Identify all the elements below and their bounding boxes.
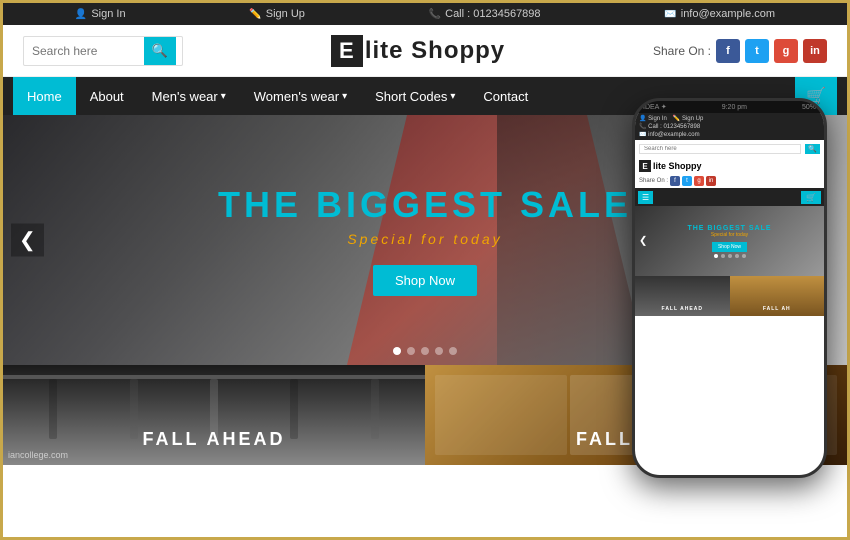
phone-logo-text: lite Shoppy xyxy=(653,161,702,171)
thumbnail-1[interactable]: FALL AHEAD iancollege.com xyxy=(3,365,425,465)
nav-item-about[interactable]: About xyxy=(76,77,138,115)
phone-thumb-1[interactable]: FALL AHEAD xyxy=(635,276,730,316)
edit-icon: ✏️ xyxy=(249,9,261,20)
logo-letter: E xyxy=(331,35,363,67)
phone-logo-letter: E xyxy=(639,160,651,172)
signin-link[interactable]: 👤 Sign In xyxy=(75,8,126,20)
phone-icon: 📞 xyxy=(429,9,441,20)
dot-4[interactable] xyxy=(435,347,443,355)
header: 🔍 E lite Shoppy Share On : f t g in xyxy=(3,25,847,77)
phone-thumbnails: FALL AHEAD FALL AH xyxy=(635,276,824,316)
hero-prev-button[interactable]: ❮ xyxy=(11,224,44,257)
phone-hero-title: THE BIGGEST SALE xyxy=(687,225,771,232)
share-label: Share On : xyxy=(653,44,711,58)
phone-nav: ☰ 🛒 xyxy=(635,188,824,206)
search-button[interactable]: 🔍 xyxy=(144,36,176,66)
phone-hero-arrow[interactable]: ❮ xyxy=(639,236,647,247)
signup-text: Sign Up xyxy=(266,8,305,20)
phone-share: Share On : f t g in xyxy=(635,174,824,188)
dropdown-arrow-mens: ▾ xyxy=(221,91,226,102)
phone-thumb-2-label: FALL AH xyxy=(763,306,791,312)
phone-gp[interactable]: g xyxy=(694,176,704,186)
user-icon: 👤 xyxy=(75,9,87,20)
phone-fb[interactable]: f xyxy=(670,176,680,186)
phone-screen: 👤 Sign In ✏️ Sign Up 📞 Call : 0123456789… xyxy=(635,113,824,475)
phone-tw[interactable]: t xyxy=(682,176,692,186)
phone-thumb-1-label: FALL AHEAD xyxy=(662,306,703,312)
phone-info: 📞 Call : 01234567898 xyxy=(429,8,541,20)
dot-3[interactable] xyxy=(421,347,429,355)
nav-item-womens-wear[interactable]: Women's wear ▾ xyxy=(240,77,361,115)
dropdown-arrow-womens: ▾ xyxy=(342,91,347,102)
thumbnail-1-label: FALL AHEAD xyxy=(3,429,425,450)
phone-frame: IDEA ✦ 9:20 pm 50% 👤 Sign In ✏️ Sign Up … xyxy=(632,98,827,478)
phone-header: 🔍 xyxy=(635,140,824,158)
nav-item-home[interactable]: Home xyxy=(13,77,76,115)
twitter-button[interactable]: t xyxy=(745,39,769,63)
signin-text: Sign In xyxy=(91,8,125,20)
dot-1[interactable] xyxy=(393,347,401,355)
email-info: ✉️ info@example.com xyxy=(664,8,775,20)
nav-item-short-codes[interactable]: Short Codes ▾ xyxy=(361,77,469,115)
phone-search-input[interactable] xyxy=(639,144,801,154)
phone-cart-button[interactable]: 🛒 xyxy=(801,191,821,204)
nav-item-mens-wear[interactable]: Men's wear ▾ xyxy=(138,77,240,115)
phone-mockup: IDEA ✦ 9:20 pm 50% 👤 Sign In ✏️ Sign Up … xyxy=(632,98,827,478)
hero-dots xyxy=(393,347,457,355)
phone-hero: ❮ THE BIGGEST SALE Special for today Sho… xyxy=(635,206,824,276)
phone-hero-text: THE BIGGEST SALE Special for today Shop … xyxy=(687,225,771,258)
phone-hero-subtitle: Special for today xyxy=(687,232,771,238)
logo-text: lite Shoppy xyxy=(365,37,505,65)
phone-hero-dots xyxy=(687,254,771,258)
phone-status-bar: IDEA ✦ 9:20 pm 50% xyxy=(635,101,824,113)
phone-li[interactable]: in xyxy=(706,176,716,186)
phone-topbar: 👤 Sign In ✏️ Sign Up 📞 Call : 0123456789… xyxy=(635,113,824,140)
site-logo: E lite Shoppy xyxy=(331,35,505,67)
phone-hamburger-button[interactable]: ☰ xyxy=(638,191,653,204)
email-text: info@example.com xyxy=(681,8,775,20)
nav-item-contact[interactable]: Contact xyxy=(469,77,542,115)
search-input[interactable] xyxy=(24,44,144,58)
shop-now-button[interactable]: Shop Now xyxy=(373,265,477,296)
phone-logo: E lite Shoppy xyxy=(635,158,824,174)
search-box[interactable]: 🔍 xyxy=(23,36,183,66)
search-icon: 🔍 xyxy=(152,43,168,59)
dropdown-arrow-short-codes: ▾ xyxy=(450,91,455,102)
phone-text: Call : 01234567898 xyxy=(445,8,540,20)
top-bar: 👤 Sign In ✏️ Sign Up 📞 Call : 0123456789… xyxy=(3,3,847,25)
facebook-button[interactable]: f xyxy=(716,39,740,63)
email-icon: ✉️ xyxy=(664,9,676,20)
phone-thumb-2[interactable]: FALL AH xyxy=(730,276,825,316)
phone-shop-button[interactable]: Shop Now xyxy=(712,242,747,252)
thumbnail-1-watermark: iancollege.com xyxy=(8,450,68,460)
dot-2[interactable] xyxy=(407,347,415,355)
share-section: Share On : f t g in xyxy=(653,39,827,63)
googleplus-button[interactable]: g xyxy=(774,39,798,63)
signup-link[interactable]: ✏️ Sign Up xyxy=(249,8,305,20)
linkedin-button[interactable]: in xyxy=(803,39,827,63)
phone-search-button[interactable]: 🔍 xyxy=(805,144,820,154)
dot-5[interactable] xyxy=(449,347,457,355)
